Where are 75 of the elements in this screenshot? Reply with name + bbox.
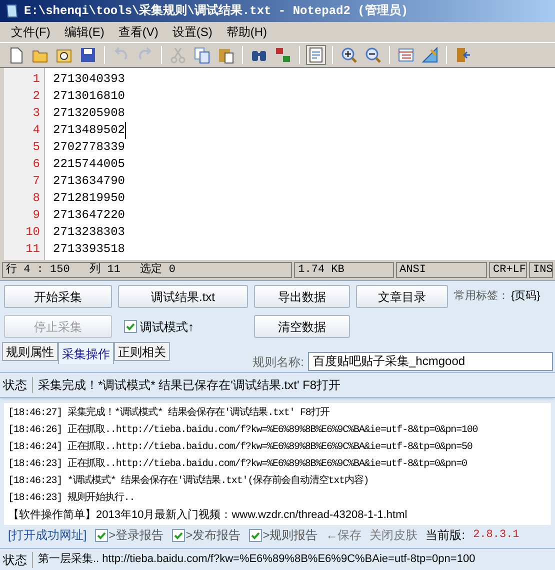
open-link[interactable]: [打开成功网址] (8, 526, 87, 544)
field-label: 规则名称: (252, 354, 304, 370)
tag-value: {页码} (511, 289, 540, 304)
status-label: 状态 (3, 552, 27, 568)
checkbox[interactable] (94, 528, 108, 542)
save-icon[interactable] (78, 45, 98, 65)
text-line: 2713647220 (53, 207, 126, 224)
log-line: [18:46:23] 正在抓取..http://tieba.baidu.com/f?kw=%E6%89%8B%E6%9C%BA&ie=utf-8&tp=0&pn=0 (8, 457, 468, 472)
text-line: 2713205908 (53, 105, 126, 122)
copy-icon[interactable] (192, 45, 212, 65)
log-line: [18:46:27] 采集完成！*调试模式* 结果会保存在'调试结果.txt' F8打开 (8, 406, 331, 421)
text-line: 2713040393 (53, 71, 126, 88)
save-link[interactable]: ←保存 (326, 526, 362, 544)
line-number: 11 (24, 241, 41, 258)
action-button[interactable]: 开始采集 (4, 285, 112, 308)
status-text: 采集完成！*调试模式* 结果已保存在'调试结果.txt' F8打开 (38, 377, 341, 394)
tab[interactable]: 正则相关 (114, 342, 170, 361)
text-line: 2713489502 (53, 122, 126, 139)
status-field: 1.74 KB (294, 262, 394, 278)
text-line: 2712819950 (53, 190, 126, 207)
line-number: 10 (24, 224, 41, 241)
menu-item[interactable]: 查看(V) (111, 23, 166, 41)
line-number: 2 (32, 88, 41, 105)
menu-item[interactable]: 文件(F) (4, 23, 58, 41)
line-number: 8 (32, 190, 41, 207)
line-number: 6 (32, 156, 41, 173)
checkbox[interactable] (172, 528, 185, 542)
text-line: 2713016810 (53, 88, 126, 105)
checkbox-label: >规则报告 (262, 527, 318, 544)
action-button[interactable]: 调试结果.txt (118, 285, 248, 308)
checkbox[interactable] (124, 320, 137, 333)
text-line: 2713238303 (53, 224, 126, 241)
text-line: 2702778339 (53, 139, 126, 156)
zoom-in-icon[interactable] (339, 45, 359, 65)
tag-label: 常用标签： (454, 289, 509, 304)
rule-name-field[interactable]: 百度贴吧贴子采集_hcmgood (308, 352, 553, 371)
window-title: E:\shenqi\tools\采集规则\调试结果.txt - Notepad2 (管理员) (24, 2, 408, 20)
notepad-icon (4, 3, 20, 19)
line-number: 1 (32, 71, 41, 88)
line-number: 4 (32, 122, 41, 139)
log-line: [18:46:26] 正在抓取..http://tieba.baidu.com/f?kw=%E6%89%8B%E6%9C%BA&ie=utf-8&tp=0&pn=100 (8, 423, 479, 438)
line-number: 7 (32, 173, 41, 190)
menu-item[interactable]: 设置(S) (165, 23, 220, 41)
version-label: 当前版: (426, 527, 466, 544)
line-number: 9 (32, 207, 41, 224)
skin-link[interactable]: 关闭皮肤 (370, 526, 418, 544)
version-number: 2.8.3.1 (473, 528, 520, 543)
status-field: CR+LF (489, 262, 527, 278)
zoom-out-icon[interactable] (363, 45, 383, 65)
status-field: ANSI (396, 262, 487, 278)
checkbox-label: >发布报告 (186, 527, 241, 544)
status-field: INS (529, 262, 553, 278)
checkbox-label: >登录报告 (108, 527, 164, 544)
text-line: 2215744005 (53, 156, 126, 173)
line-number: 3 (32, 105, 41, 122)
line-number: 5 (32, 139, 41, 156)
tab[interactable]: 采集操作 (58, 342, 114, 364)
text-line: 2713634790 (53, 173, 126, 190)
action-button[interactable]: 清空数据 (254, 315, 350, 338)
action-button[interactable]: 导出数据 (254, 285, 350, 308)
checkbox[interactable] (248, 528, 262, 542)
status-text: 第一层采集.. http://tieba.baidu.com/f?kw=%E6%89%8B%E6%9C%BAie=utf-8tp=0pn=100 (38, 552, 476, 568)
checkbox-label: 调试模式↑ (140, 318, 194, 336)
menu-item[interactable]: 帮助(H) (219, 23, 274, 41)
log-line: [18:46:23] *调试模式* 结果会保存在'调试结果.txt'(保存前会自动清空txt内容) (8, 474, 370, 489)
action-button[interactable]: 文章目录 (356, 285, 448, 308)
status-field: 行 4 : 150 列 11 选定 0 (2, 262, 292, 278)
text-line: 2713393518 (53, 241, 126, 258)
log-line: [18:46:24] 正在抓取..http://tieba.baidu.com/f?kw=%E6%89%8B%E6%9C%BA&ie=utf-8&tp=0&pn=50 (8, 440, 474, 455)
tab[interactable]: 规则属性 (2, 342, 58, 361)
menu-item[interactable]: 编辑(E) (57, 23, 112, 41)
status-label: 状态 (3, 377, 27, 394)
wrap-icon[interactable] (306, 45, 326, 65)
notice-text: 【软件操作简单】2013年10月最新入门视频：www.wzdr.cn/thread-43208-1-1.html (8, 508, 408, 523)
log-line: [18:46:23] 规则开始执行.. (8, 490, 136, 506)
